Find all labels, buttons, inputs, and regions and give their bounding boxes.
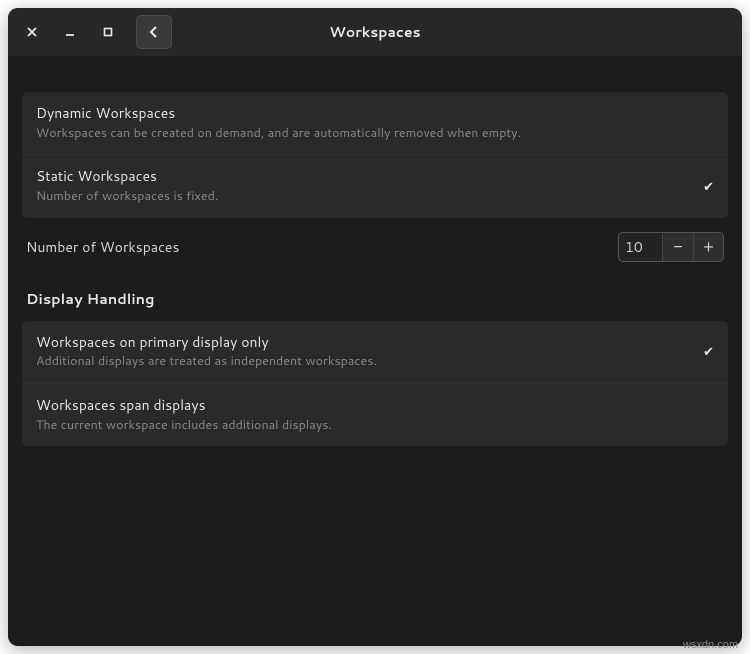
- increment-button[interactable]: +: [693, 233, 723, 261]
- titlebar: Workspaces: [8, 8, 742, 56]
- maximize-icon: [103, 27, 113, 37]
- display-handling-heading: Display Handling: [22, 268, 728, 311]
- checkmark-icon: ✔: [694, 343, 714, 361]
- window-controls: [14, 15, 172, 49]
- option-span-displays[interactable]: Workspaces span displays The current wor…: [22, 383, 728, 446]
- decrement-button[interactable]: −: [663, 233, 693, 261]
- num-workspaces-input[interactable]: [619, 233, 663, 261]
- back-button[interactable]: [136, 15, 172, 49]
- option-description: Workspaces can be created on demand, and…: [36, 124, 694, 143]
- num-workspaces-row: Number of Workspaces − +: [22, 218, 728, 268]
- content-area: Dynamic Workspaces Workspaces can be cre…: [8, 56, 742, 646]
- option-dynamic-workspaces[interactable]: Dynamic Workspaces Workspaces can be cre…: [22, 92, 728, 154]
- option-static-workspaces[interactable]: Static Workspaces Number of workspaces i…: [22, 154, 728, 217]
- option-title: Static Workspaces: [36, 167, 694, 187]
- option-title: Workspaces span displays: [36, 396, 694, 416]
- close-button[interactable]: [14, 17, 50, 47]
- num-workspaces-stepper: − +: [618, 232, 724, 262]
- minimize-button[interactable]: [52, 17, 88, 47]
- workspaces-mode-group: Dynamic Workspaces Workspaces can be cre…: [22, 92, 728, 218]
- checkmark-icon: ✔: [694, 178, 714, 196]
- option-description: Additional displays are treated as indep…: [36, 352, 694, 371]
- option-description: The current workspace includes additiona…: [36, 416, 694, 435]
- maximize-button[interactable]: [90, 17, 126, 47]
- close-icon: [27, 27, 37, 37]
- option-title: Dynamic Workspaces: [36, 104, 694, 124]
- settings-window: Workspaces Dynamic Workspaces Workspaces…: [8, 8, 742, 646]
- option-title: Workspaces on primary display only: [36, 333, 694, 353]
- option-primary-display-only[interactable]: Workspaces on primary display only Addit…: [22, 321, 728, 383]
- option-description: Number of workspaces is fixed.: [36, 187, 694, 206]
- display-handling-group: Workspaces on primary display only Addit…: [22, 321, 728, 447]
- chevron-left-icon: [149, 26, 159, 38]
- watermark: wsxdn.com: [683, 639, 738, 651]
- num-workspaces-label: Number of Workspaces: [26, 237, 618, 257]
- minimize-icon: [65, 27, 75, 37]
